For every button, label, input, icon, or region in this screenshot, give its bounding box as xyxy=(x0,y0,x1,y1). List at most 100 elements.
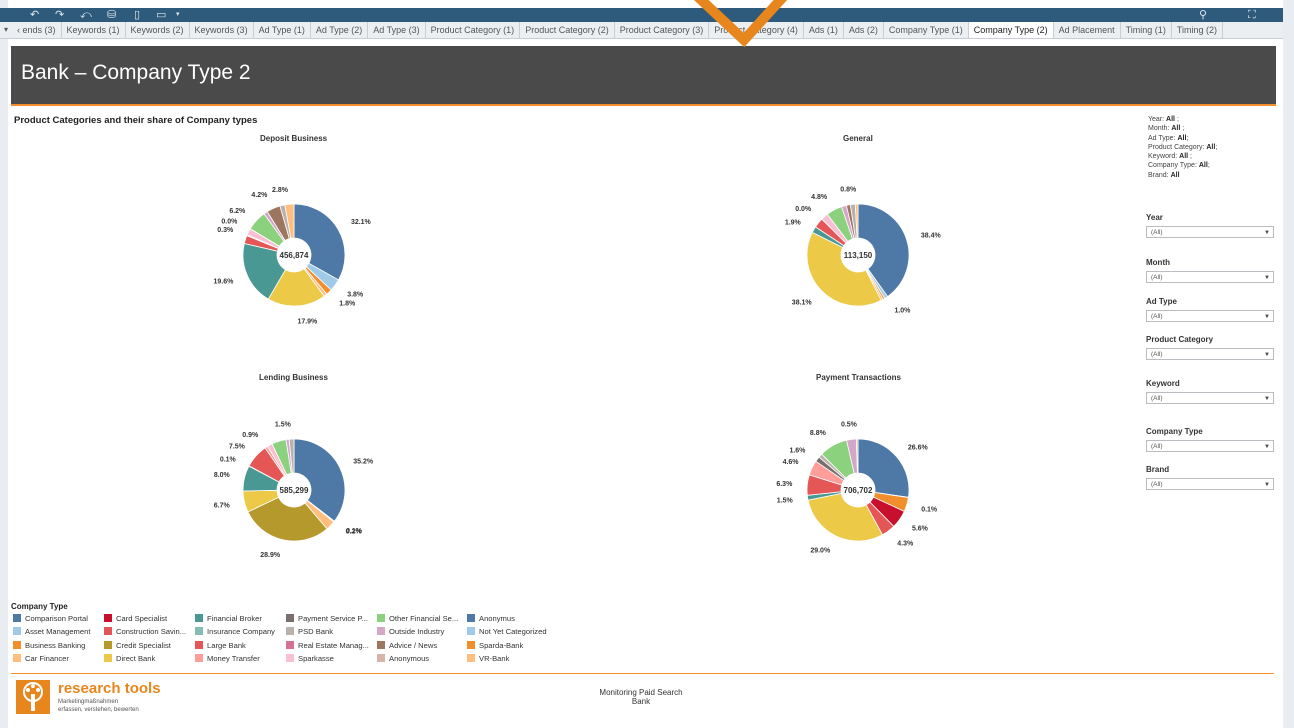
donut-chart-3: 26.6% 0.1% 5.6% 4.3% 29.0% 1.5% 6.3% 4.6% 1.6% 8.… xyxy=(776,422,938,555)
donut-chart-0: 32.1% 3.8% 1.8% 17.9% 19.6% 0.3%0.0% 6.2% 4.2% 2… xyxy=(214,187,372,326)
slice-data-label: 0.1% xyxy=(921,506,938,513)
legend-swatch xyxy=(104,627,112,636)
donut-chart-2: 35.2%0.1%0.2%28.9%6.7%8.0%0.1%7.5%0.9%1.… xyxy=(214,422,374,559)
legend-item[interactable]: Money Transfer xyxy=(195,653,260,664)
legend-item[interactable]: Real Estate Manag... xyxy=(286,640,369,651)
legend-swatch xyxy=(195,640,203,649)
filter-summary-label: Company Type: xyxy=(1148,162,1197,170)
filter-dropdown-ad-type[interactable]: (All) ▼ xyxy=(1146,310,1274,322)
logo-tagline: Marketingmaßnahmen erfassen, verstehen, … xyxy=(58,699,139,714)
chevron-down-icon[interactable]: ▼ xyxy=(1264,393,1270,405)
filter-dropdown-brand[interactable]: (All) ▼ xyxy=(1146,478,1274,490)
filter-summary-line: Product Category: All; xyxy=(1148,143,1217,152)
filter-dropdown-keyword[interactable]: (All) ▼ xyxy=(1146,392,1274,404)
filter-summary-sep: ; xyxy=(1215,143,1218,151)
filter-label-product-category: Product Category xyxy=(1146,335,1214,344)
filter-dropdown-month[interactable]: (All) ▼ xyxy=(1146,271,1274,283)
legend-label: Insurance Company xyxy=(207,627,275,637)
slice-data-label: 1.6% xyxy=(789,448,806,455)
slice-data-label: 28.9% xyxy=(260,552,281,559)
legend-item[interactable]: VR-Bank xyxy=(467,653,509,664)
legend-item[interactable]: Not Yet Categorized xyxy=(467,627,547,637)
legend-swatch xyxy=(104,614,112,622)
legend-item[interactable]: Anonymous xyxy=(377,653,429,664)
slice-data-label: 0.9% xyxy=(242,432,259,439)
legend-item[interactable]: Construction Savin... xyxy=(104,627,186,637)
legend-item[interactable]: Payment Service P... xyxy=(286,614,368,624)
slice-data-label: 3.8% xyxy=(347,292,364,299)
legend-item[interactable]: Anonymus xyxy=(467,614,515,624)
legend-item[interactable]: Outside Industry xyxy=(377,627,444,637)
slice-data-label: 8.0% xyxy=(214,472,231,479)
slice-data-label: 26.6% xyxy=(908,444,929,451)
slice-data-label: 6.7% xyxy=(214,503,231,510)
legend-swatch xyxy=(195,627,203,636)
filter-summary-line: Ad Type: All; xyxy=(1148,134,1217,143)
legend-swatch xyxy=(467,614,475,622)
chevron-down-icon[interactable]: ▼ xyxy=(1264,349,1270,361)
legend-label: Direct Bank xyxy=(116,653,156,663)
legend-item[interactable]: Sparkasse xyxy=(286,653,334,664)
slice-data-label: 1.5% xyxy=(777,498,794,505)
slice-data-label: 38.4% xyxy=(921,232,942,239)
filter-summary: Year: All ; Month: All ; Ad Type: All; Prod… xyxy=(1148,115,1217,180)
chevron-down-icon[interactable]: ▼ xyxy=(1264,441,1270,453)
legend-item[interactable]: PSD Bank xyxy=(286,627,333,637)
slice-data-label: 6.2% xyxy=(229,208,246,215)
chevron-down-icon[interactable]: ▼ xyxy=(1264,272,1270,284)
slice-data-label: 7.5% xyxy=(229,443,246,450)
filter-dropdown-value: (All) xyxy=(1151,313,1163,320)
legend-label: Business Banking xyxy=(25,640,86,650)
chevron-down-icon[interactable]: ▼ xyxy=(1264,311,1270,323)
legend-label: Advice / News xyxy=(389,640,438,650)
legend-swatch xyxy=(104,653,112,662)
legend-item[interactable]: Business Banking xyxy=(13,640,86,651)
legend-swatch xyxy=(467,627,475,636)
filter-summary-value: All xyxy=(1179,153,1189,161)
legend-item[interactable]: Direct Bank xyxy=(104,653,156,664)
legend-item[interactable]: Card Specialist xyxy=(104,614,167,624)
chevron-down-icon[interactable]: ▼ xyxy=(1264,227,1270,239)
legend-item[interactable]: Comparison Portal xyxy=(13,614,88,624)
legend-label: Comparison Portal xyxy=(25,614,88,623)
slice-data-label: 38.1% xyxy=(792,299,813,306)
slice-data-label: 0.5% xyxy=(841,422,858,429)
donut-slice[interactable] xyxy=(293,203,346,281)
filter-summary-value: All xyxy=(1206,143,1216,151)
filter-dropdown-product-category[interactable]: (All) ▼ xyxy=(1146,348,1274,360)
filter-summary-label: Month: xyxy=(1148,125,1170,133)
legend-swatch xyxy=(286,614,294,622)
filter-dropdown-year[interactable]: (All) ▼ xyxy=(1146,226,1274,238)
legend-item[interactable]: Other Financial Se... xyxy=(377,614,458,624)
slice-data-label: 4.3% xyxy=(897,541,914,548)
slice-data-label: 0.1% xyxy=(220,456,237,463)
filter-label-brand: Brand xyxy=(1146,465,1170,474)
slice-data-label: 35.2% xyxy=(353,458,374,465)
legend-label: Large Bank xyxy=(207,640,246,650)
legend-item[interactable]: Large Bank xyxy=(195,640,246,651)
filter-dropdown-company-type[interactable]: (All) ▼ xyxy=(1146,440,1274,452)
legend-label: Credit Specialist xyxy=(116,640,171,650)
legend-swatch xyxy=(286,627,294,636)
legend-item[interactable]: Financial Broker xyxy=(195,614,262,624)
legend-title: Company Type xyxy=(11,602,68,611)
dashboard-window: ↶ ↷ ⤺ ⛁ ▯ ▭ ▾ ⚲ ⛶ ▾ ‹ ends (3) Keywords (1… xyxy=(0,0,1294,728)
slice-data-label: 2.8% xyxy=(272,187,289,194)
donut-total-label: 113,150 xyxy=(844,251,873,260)
filter-dropdown-value: (All) xyxy=(1151,274,1163,281)
legend-item[interactable]: Insurance Company xyxy=(195,627,275,637)
filter-summary-value: All xyxy=(1171,125,1181,133)
legend-label: Sparkasse xyxy=(298,653,334,663)
slice-data-label: 1.9% xyxy=(785,220,802,227)
filter-label-month: Month xyxy=(1146,258,1170,267)
legend-swatch xyxy=(195,614,203,622)
slice-data-label: 0.2% xyxy=(346,529,363,536)
legend-item[interactable]: Credit Specialist xyxy=(104,640,171,651)
chevron-down-icon[interactable]: ▼ xyxy=(1264,479,1270,491)
legend-item[interactable]: Advice / News xyxy=(377,640,438,651)
slice-data-label: 8.8% xyxy=(810,430,827,437)
legend-item[interactable]: Sparda-Bank xyxy=(467,640,523,651)
slice-data-label: 5.6% xyxy=(912,526,929,533)
legend-item[interactable]: Asset Management xyxy=(13,627,90,637)
legend-item[interactable]: Car Financer xyxy=(13,653,69,664)
